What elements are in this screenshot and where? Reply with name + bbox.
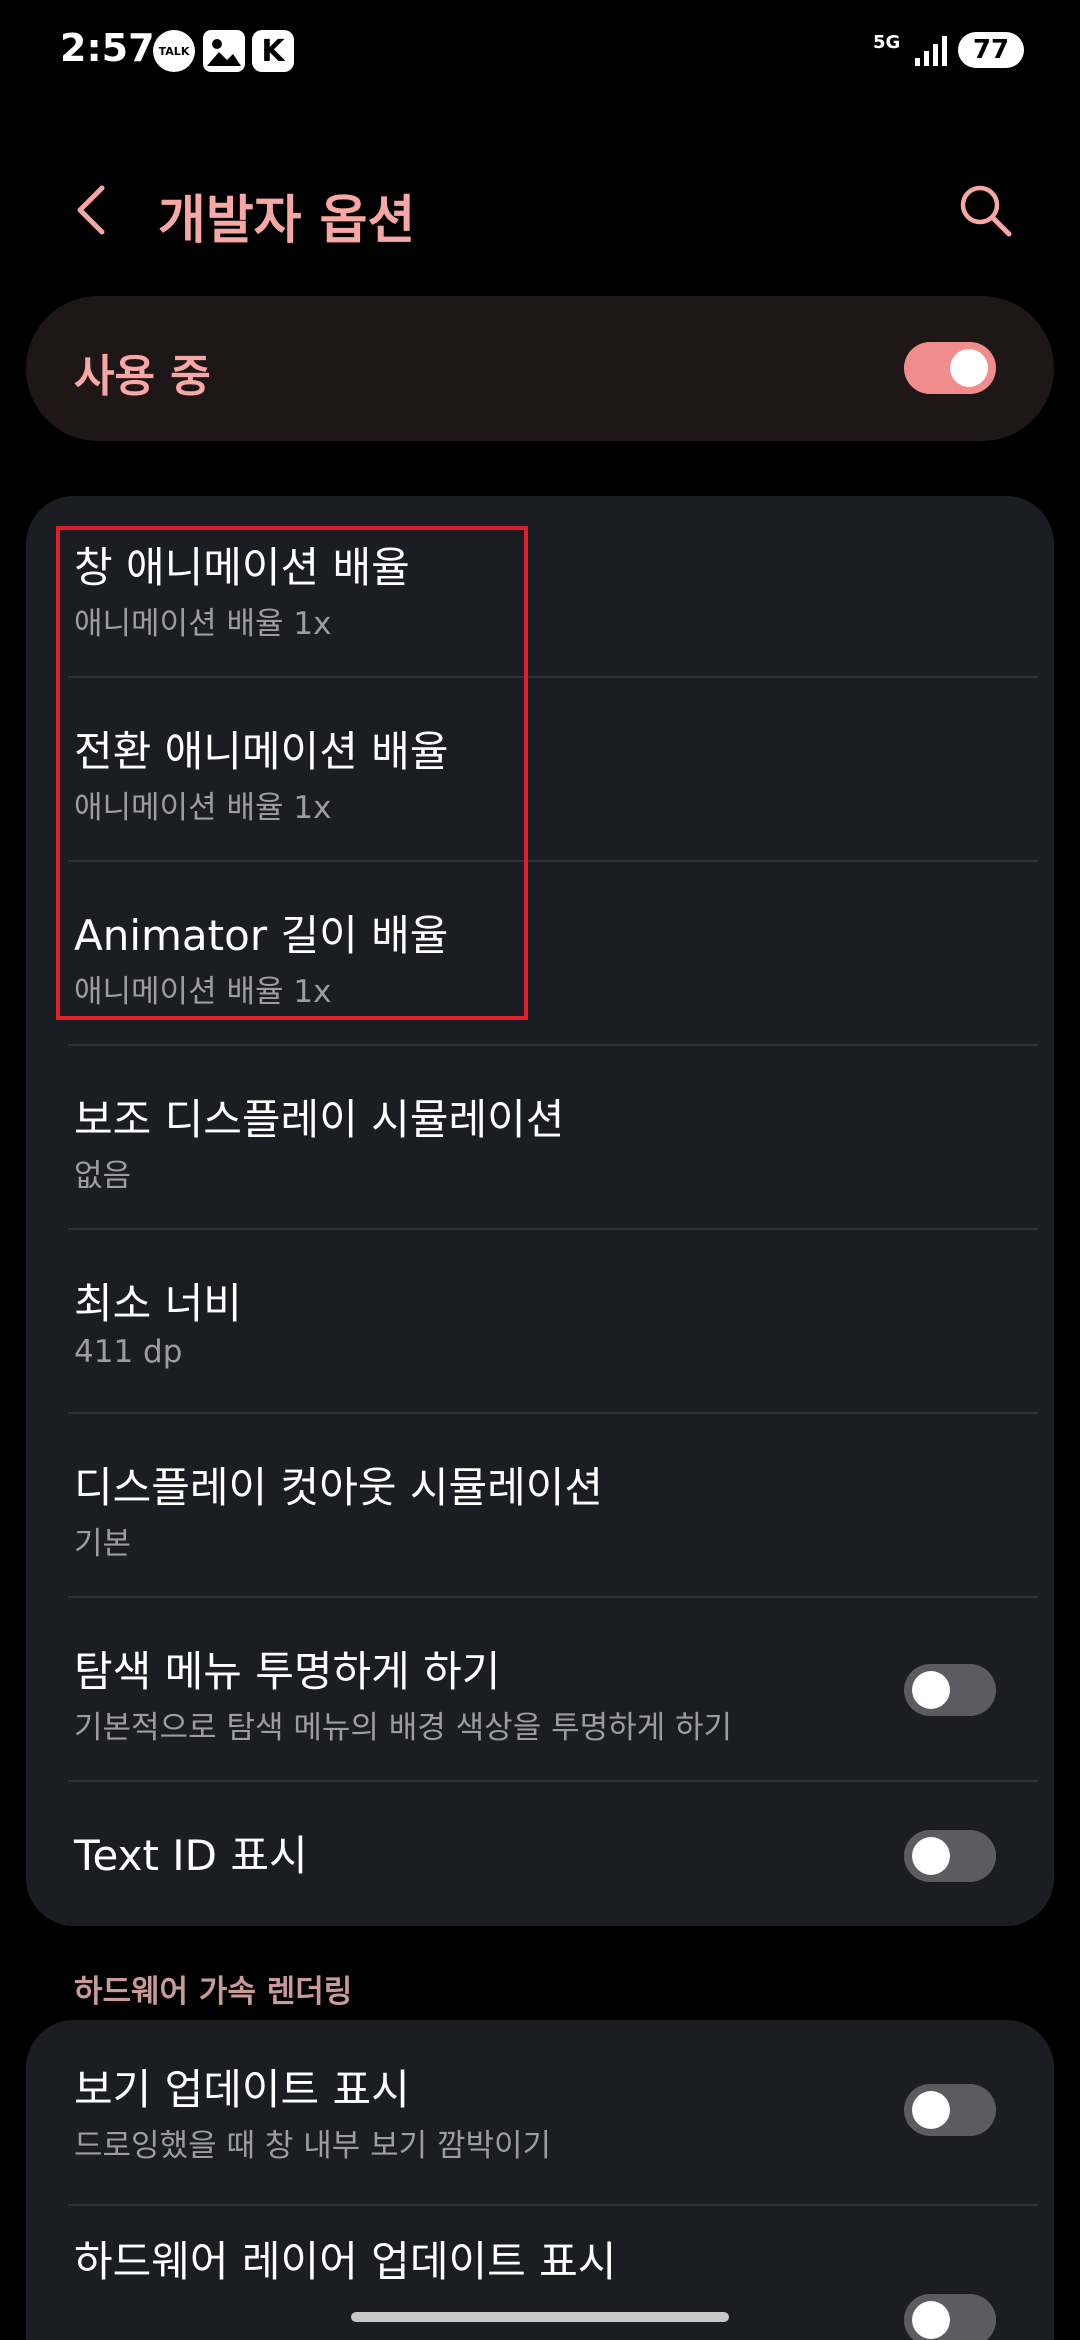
battery-icon: 77 — [958, 32, 1024, 68]
setting-show-text-id[interactable]: Text ID 표시 — [26, 1784, 1054, 1926]
setting-title: 탐색 메뉴 투명하게 하기 — [74, 1647, 501, 1696]
setting-title: 최소 너비 — [74, 1279, 242, 1328]
toggle-knob — [912, 1837, 950, 1875]
transparent-nav-toggle[interactable] — [904, 1664, 996, 1716]
gallery-icon — [203, 30, 245, 72]
divider — [68, 1228, 1038, 1230]
search-icon[interactable] — [955, 180, 1015, 240]
setting-subtitle: 기본 — [74, 1526, 132, 1562]
setting-subtitle: 기본적으로 탐색 메뉴의 배경 색상을 투명하게 하기 — [74, 1710, 733, 1746]
app-header: 개발자 옵션 — [0, 150, 1080, 270]
kakaotalk-icon: TALK — [153, 30, 195, 72]
master-toggle[interactable] — [904, 342, 996, 394]
text-id-toggle[interactable] — [904, 1830, 996, 1882]
screen: 2:57 TALK K 5G 77 개발자 옵션 사용 중 창 애니메이션 배율… — [0, 0, 1080, 2340]
setting-title: 보기 업데이트 표시 — [74, 2065, 410, 2114]
section-header-hardware-rendering: 하드웨어 가속 렌더링 — [74, 1974, 353, 2010]
gesture-nav-handle[interactable] — [351, 2312, 729, 2322]
developer-options-master-switch[interactable]: 사용 중 — [26, 296, 1054, 441]
status-bar: 2:57 TALK K 5G 77 — [0, 0, 1080, 100]
divider — [68, 2204, 1038, 2206]
setting-show-view-updates[interactable]: 보기 업데이트 표시 드로잉했을 때 창 내부 보기 깜박이기 — [26, 2020, 1054, 2204]
network-type-label: 5G — [873, 32, 901, 53]
setting-minimum-width[interactable]: 최소 너비 411 dp — [26, 1232, 1054, 1416]
setting-subtitle: 드로잉했을 때 창 내부 보기 깜박이기 — [74, 2128, 552, 2164]
divider — [68, 1412, 1038, 1414]
setting-display-cutout-simulation[interactable]: 디스플레이 컷아웃 시뮬레이션 기본 — [26, 1416, 1054, 1600]
k-app-icon: K — [252, 30, 294, 72]
toggle-knob — [912, 2301, 950, 2339]
hw-layer-updates-toggle[interactable] — [904, 2294, 996, 2340]
setting-subtitle: 없음 — [74, 1158, 132, 1194]
setting-title: 하드웨어 레이어 업데이트 표시 — [74, 2237, 617, 2286]
divider — [68, 1044, 1038, 1046]
view-updates-toggle[interactable] — [904, 2084, 996, 2136]
setting-subtitle: 411 dp — [74, 1334, 183, 1370]
page-title: 개발자 옵션 — [158, 191, 416, 251]
divider — [68, 1780, 1038, 1782]
setting-title: Text ID 표시 — [74, 1831, 308, 1880]
toggle-knob — [912, 1671, 950, 1709]
setting-transparent-nav-menu[interactable]: 탐색 메뉴 투명하게 하기 기본적으로 탐색 메뉴의 배경 색상을 투명하게 하… — [26, 1600, 1054, 1784]
status-time: 2:57 — [60, 26, 155, 70]
toggle-knob — [950, 349, 988, 387]
setting-title: 보조 디스플레이 시뮬레이션 — [74, 1095, 565, 1144]
hardware-settings-list: 보기 업데이트 표시 드로잉했을 때 창 내부 보기 깜박이기 하드웨어 레이어… — [26, 2020, 1054, 2340]
signal-icon — [915, 36, 947, 66]
highlight-box — [56, 526, 528, 1020]
back-icon[interactable] — [62, 180, 122, 240]
setting-secondary-display-simulation[interactable]: 보조 디스플레이 시뮬레이션 없음 — [26, 1048, 1054, 1232]
master-switch-label: 사용 중 — [74, 351, 211, 402]
toggle-knob — [912, 2091, 950, 2129]
setting-title: 디스플레이 컷아웃 시뮬레이션 — [74, 1463, 604, 1512]
divider — [68, 1596, 1038, 1598]
